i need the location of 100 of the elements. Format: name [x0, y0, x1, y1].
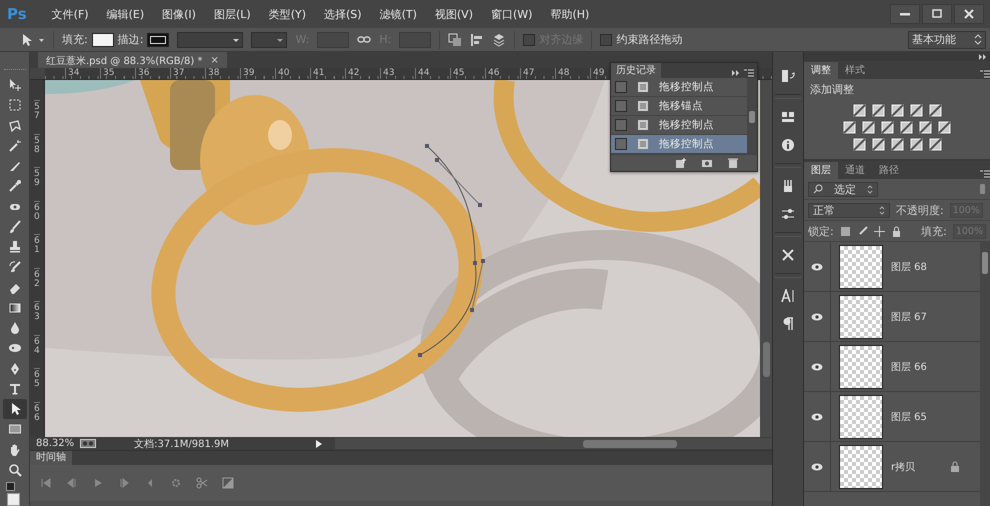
info-icon[interactable] [781, 138, 795, 152]
adjustment-icon[interactable] [928, 138, 942, 151]
menu-icon[interactable] [980, 69, 990, 79]
stamp-icon [8, 240, 22, 254]
adjustment-icon[interactable] [928, 104, 942, 117]
fill-label: 填充: [921, 224, 947, 238]
sliders-icon[interactable] [781, 207, 795, 221]
eye-icon[interactable] [811, 362, 823, 370]
adjustment-icon[interactable] [881, 121, 894, 134]
history-item[interactable]: 拖移控制点 [611, 78, 747, 97]
menu-item[interactable]: 图层(L) [204, 4, 260, 24]
filter-toggle-icon[interactable] [979, 183, 986, 195]
layer-row[interactable]: 图层 68 [804, 242, 980, 292]
panel-tab[interactable]: 路径 [872, 162, 906, 179]
width-field[interactable] [317, 32, 350, 48]
layer-name: 图层 68 [891, 260, 928, 274]
vertical-scrollbar[interactable] [760, 80, 772, 437]
new-document-icon[interactable] [675, 157, 687, 169]
document-tab[interactable]: 红豆薏米.psd @ 88.3%(RGB/8) * × [38, 52, 227, 68]
filter-dropdown[interactable]: 选定 [808, 182, 878, 196]
menu-item[interactable]: 帮助(H) [541, 4, 598, 24]
history-scrollbar[interactable] [747, 78, 757, 154]
layer-row[interactable]: 图层 66 [804, 342, 980, 392]
layer-row[interactable]: r拷贝 [804, 442, 980, 492]
blend-mode-dropdown[interactable]: 正常 [808, 202, 890, 218]
snapshot-source-box[interactable] [615, 119, 627, 131]
lock-icon[interactable] [890, 226, 902, 236]
menu-icon[interactable] [980, 169, 990, 179]
arrow-tool-button[interactable] [2, 398, 26, 420]
adjustment-icon[interactable] [890, 104, 904, 117]
camera-icon[interactable] [701, 157, 713, 169]
ruler-label: 39 [240, 68, 275, 79]
minimize-button[interactable] [890, 4, 920, 24]
eyedropper-icon [8, 179, 22, 194]
menu-item[interactable]: 图像(I) [153, 4, 205, 24]
menu-icon[interactable] [744, 68, 754, 78]
adjustment-icon[interactable] [910, 104, 922, 117]
menu-item[interactable]: 文件(F) [42, 4, 98, 24]
history-panel-icon[interactable] [781, 69, 795, 83]
adjustment-icon[interactable] [843, 121, 856, 134]
paragraph-icon[interactable] [781, 317, 795, 331]
stroke-swatch[interactable] [147, 32, 170, 46]
fill-swatch[interactable] [92, 32, 114, 46]
panel-tab[interactable]: 样式 [838, 62, 872, 79]
layers-scrollbar[interactable] [980, 242, 990, 506]
menu-item[interactable]: 编辑(E) [98, 4, 154, 24]
tab-close-button[interactable]: × [210, 55, 219, 66]
menu-item[interactable]: 滤镜(T) [370, 4, 426, 24]
layer-row[interactable]: 图层 65 [804, 392, 980, 442]
trash-icon[interactable] [727, 157, 739, 169]
panel-tab[interactable]: 调整 [804, 62, 838, 79]
eye-icon[interactable] [811, 462, 823, 470]
skip-start-icon[interactable] [40, 477, 52, 489]
color-panel-icon[interactable] [781, 110, 795, 124]
move-icon[interactable] [874, 226, 885, 236]
eye-icon[interactable] [811, 262, 823, 270]
adjustment-icon[interactable] [852, 138, 866, 151]
height-field[interactable] [399, 32, 432, 48]
checkbox-label: 约束路径拖动 [616, 32, 682, 47]
adjustment-icon[interactable] [900, 121, 913, 134]
ruler-label: 59 [34, 167, 40, 200]
eye-icon[interactable] [811, 312, 823, 320]
adjustment-icon[interactable] [872, 104, 884, 117]
workspace-dropdown[interactable]: 基本功能 [908, 30, 986, 48]
lock-label: 锁定: [808, 224, 834, 238]
adjustment-icon[interactable] [890, 138, 904, 151]
history-item[interactable]: 拖移锚点 [611, 97, 747, 116]
ruler-label: 44 [415, 68, 450, 79]
menu-item[interactable]: 窗口(W) [482, 4, 542, 24]
menu-item[interactable]: 类型(Y) [260, 4, 315, 24]
adjustment-icon[interactable] [872, 138, 884, 151]
transition-icon[interactable] [222, 477, 234, 489]
menu-item[interactable]: 选择(S) [315, 4, 371, 24]
menu-item[interactable]: 视图(V) [426, 4, 482, 24]
maximize-button[interactable] [922, 4, 952, 24]
brush-presets-icon[interactable] [781, 179, 795, 193]
document-icon [637, 81, 649, 93]
adjustment-icon[interactable] [862, 121, 875, 134]
checkbox[interactable] [600, 34, 612, 46]
scissors-icon[interactable] [196, 477, 208, 489]
layer-thumbnail [839, 394, 883, 438]
adjustment-icon[interactable] [919, 121, 932, 134]
snapshot-source-box[interactable] [615, 81, 627, 93]
adjustment-icon[interactable] [938, 121, 951, 134]
adjustment-icon[interactable] [852, 104, 866, 117]
ruler-label: 35 [100, 68, 135, 79]
character-panel-icon[interactable] [781, 289, 795, 303]
close-button[interactable] [954, 4, 984, 24]
horizontal-scrollbar[interactable] [335, 438, 772, 449]
layer-row[interactable]: 图层 67 [804, 292, 980, 342]
snapshot-source-box[interactable] [615, 138, 627, 150]
timeline-tab[interactable]: 时间轴 [30, 451, 72, 465]
snapshot-source-box[interactable] [615, 100, 627, 112]
eye-icon[interactable] [811, 412, 823, 420]
panel-tab[interactable]: 通道 [838, 162, 872, 179]
history-tab[interactable]: 历史记录 [611, 63, 661, 78]
tools-icon[interactable] [781, 248, 795, 262]
adjustment-icon[interactable] [910, 138, 922, 151]
panel-tab[interactable]: 图层 [804, 162, 838, 179]
history-item[interactable]: 拖移控制点 [611, 135, 747, 154]
